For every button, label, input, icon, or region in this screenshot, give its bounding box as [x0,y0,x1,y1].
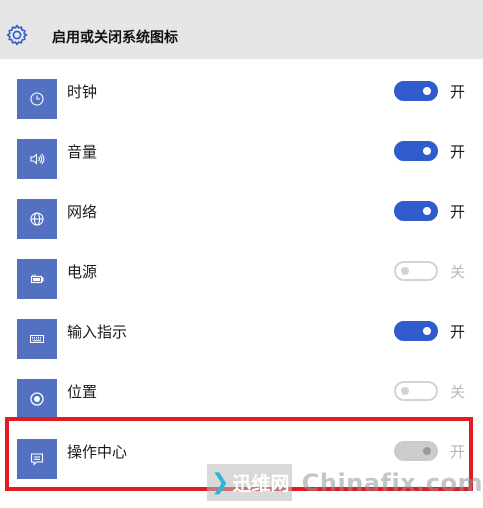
toggle-knob [423,87,431,95]
input-indicator-toggle[interactable] [394,321,438,341]
list-item-location: 位置 关 [0,360,483,420]
chevron-right-icon: ❯ [211,470,230,495]
network-tile [17,199,57,239]
watermark-site: Chinafix.com [301,468,483,497]
power-tile [17,259,57,299]
toggle-knob [401,267,409,275]
item-label: 网络 [67,203,98,221]
item-label: 时钟 [67,83,98,101]
toggle-state-label: 开 [450,143,466,161]
toggle-knob [423,207,431,215]
watermark-logo-text: 迅维网 [232,473,290,495]
volume-toggle[interactable] [394,141,438,161]
list-item-clock: 时钟 开 [0,60,483,120]
toggle-state-label: 开 [450,323,466,341]
toggle-knob [401,387,409,395]
gear-icon [6,24,28,46]
globe-icon [30,212,44,226]
toggle-state-label: 关 [450,383,466,401]
network-toggle[interactable] [394,201,438,221]
toggle-knob [423,327,431,335]
toggle-state-label: 开 [450,203,466,221]
item-label: 位置 [67,383,98,401]
volume-icon [30,153,45,165]
location-tile [17,379,57,419]
list-item-network: 网络 开 [0,180,483,240]
item-label: 音量 [67,143,98,161]
toggle-state-label: 关 [450,263,466,281]
clock-toggle[interactable] [394,81,438,101]
item-label: 输入指示 [67,323,128,341]
list-item-power: 电源 关 [0,240,483,300]
power-toggle[interactable] [394,261,438,281]
input-indicator-tile [17,319,57,359]
keyboard-icon [30,335,44,343]
toggle-knob [423,147,431,155]
list-item-input-indicator: 输入指示 开 [0,300,483,360]
clock-icon [30,92,44,106]
header-bar: 启用或关闭系统图标 [0,0,483,59]
watermark: ❯ 迅维网 Chinafix.com [207,464,483,501]
list-item-volume: 音量 开 [0,120,483,180]
battery-icon [30,274,44,284]
item-label: 电源 [67,263,98,281]
page-title: 启用或关闭系统图标 [52,30,178,46]
volume-tile [17,139,57,179]
clock-tile [17,79,57,119]
location-icon [30,392,44,406]
watermark-logo: ❯ 迅维网 [207,464,292,501]
location-toggle[interactable] [394,381,438,401]
toggle-state-label: 开 [450,83,466,101]
